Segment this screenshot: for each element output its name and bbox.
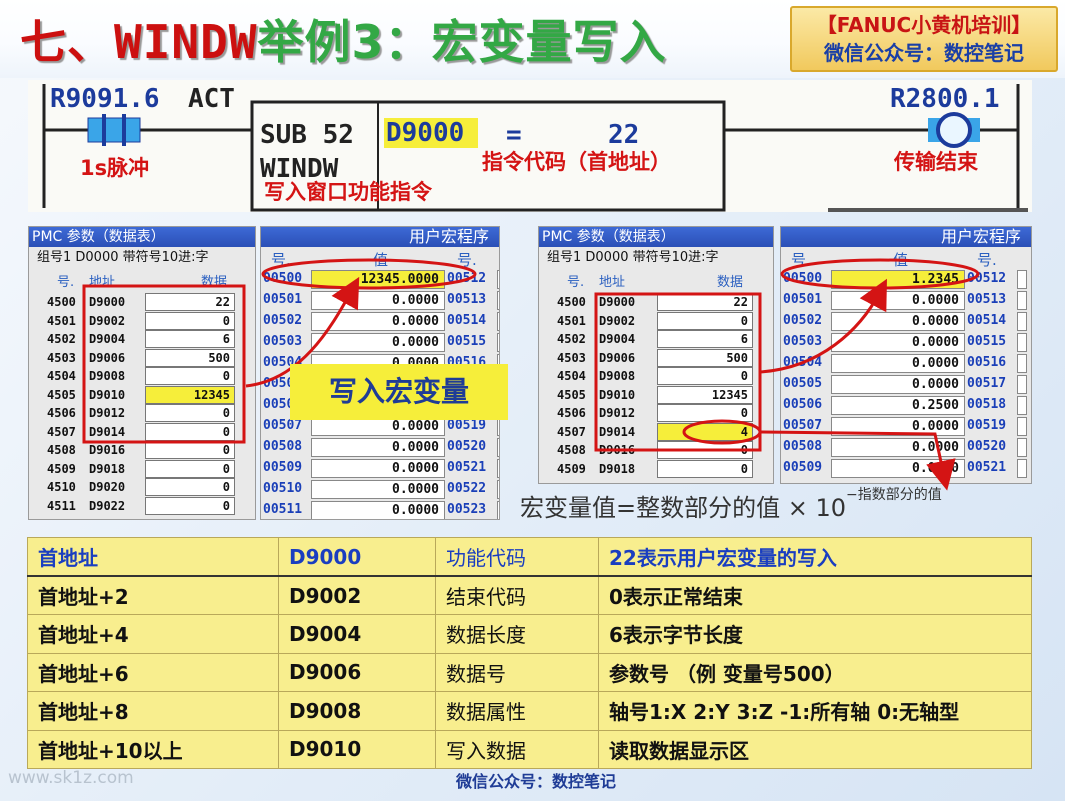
table-cell: 首地址+6 — [27, 652, 279, 692]
callout-write-macro: 写入宏变量 — [290, 364, 508, 420]
table-cell: 首地址 — [27, 537, 279, 577]
table-cell: D9010 — [278, 729, 436, 769]
table-cell: 首地址+4 — [27, 614, 279, 654]
website-watermark: www.sk1z.com — [8, 768, 134, 788]
table-cell: 0表示正常结束 — [598, 575, 1032, 615]
table-row: 首地址+4 D9004 数据长度 6表示字节长度 — [27, 614, 1032, 654]
table-cell: D9004 — [278, 614, 436, 654]
table-cell: D9002 — [278, 575, 436, 615]
formula-exponent: −指数部分的值 — [846, 487, 942, 503]
table-row: 首地址+2 D9002 结束代码 0表示正常结束 — [27, 575, 1032, 615]
table-cell: 读取数据显示区 — [598, 729, 1032, 769]
table-row: 首地址+8 D9008 数据属性 轴号1:X 2:Y 3:Z -1:所有轴 0:无轴型 — [27, 691, 1032, 731]
table-cell: 首地址+2 — [27, 575, 279, 615]
table-cell: 轴号1:X 2:Y 3:Z -1:所有轴 0:无轴型 — [598, 691, 1032, 731]
highlight-ellipse-right — [780, 258, 980, 290]
table-cell: 数据号 — [435, 652, 599, 692]
highlight-box-right — [594, 292, 762, 452]
table-cell: 结束代码 — [435, 575, 599, 615]
table-cell: 参数号 （例 变量号500） — [598, 652, 1032, 692]
formula-main: 宏变量值=整数部分的值 × 10 — [520, 494, 847, 522]
table-cell: 首地址+8 — [27, 691, 279, 731]
address-info-table: 首地址 D9000 功能代码 22表示用户宏变量的写入 首地址+2 D9002 结束代码 0表… — [27, 537, 1032, 769]
arrow-exponent — [759, 430, 956, 491]
table-cell: D9006 — [278, 652, 436, 692]
arrow-right — [759, 278, 887, 374]
table-cell: 数据长度 — [435, 614, 599, 654]
table-cell: 22表示用户宏变量的写入 — [598, 537, 1032, 577]
table-cell: 6表示字节长度 — [598, 614, 1032, 654]
table-cell: 功能代码 — [435, 537, 599, 577]
table-cell: 首地址+10以上 — [27, 729, 279, 769]
table-cell: D9008 — [278, 691, 436, 731]
formula-text: 宏变量值=整数部分的值 × 10−指数部分的值 — [520, 487, 942, 523]
table-row: 首地址 D9000 功能代码 22表示用户宏变量的写入 — [27, 537, 1032, 577]
table-row: 首地址+6 D9006 数据号 参数号 （例 变量号500） — [27, 652, 1032, 692]
footer-wechat: 微信公众号：数控笔记 — [456, 772, 617, 791]
table-cell: 写入数据 — [435, 729, 599, 769]
highlight-ellipse-d9014 — [682, 419, 762, 445]
highlight-ellipse-left — [261, 258, 477, 290]
table-cell: 数据属性 — [435, 691, 599, 731]
highlight-box-left — [82, 284, 246, 444]
table-row: 首地址+10以上 D9010 写入数据 读取数据显示区 — [27, 729, 1032, 769]
table-cell: D9000 — [278, 537, 436, 577]
